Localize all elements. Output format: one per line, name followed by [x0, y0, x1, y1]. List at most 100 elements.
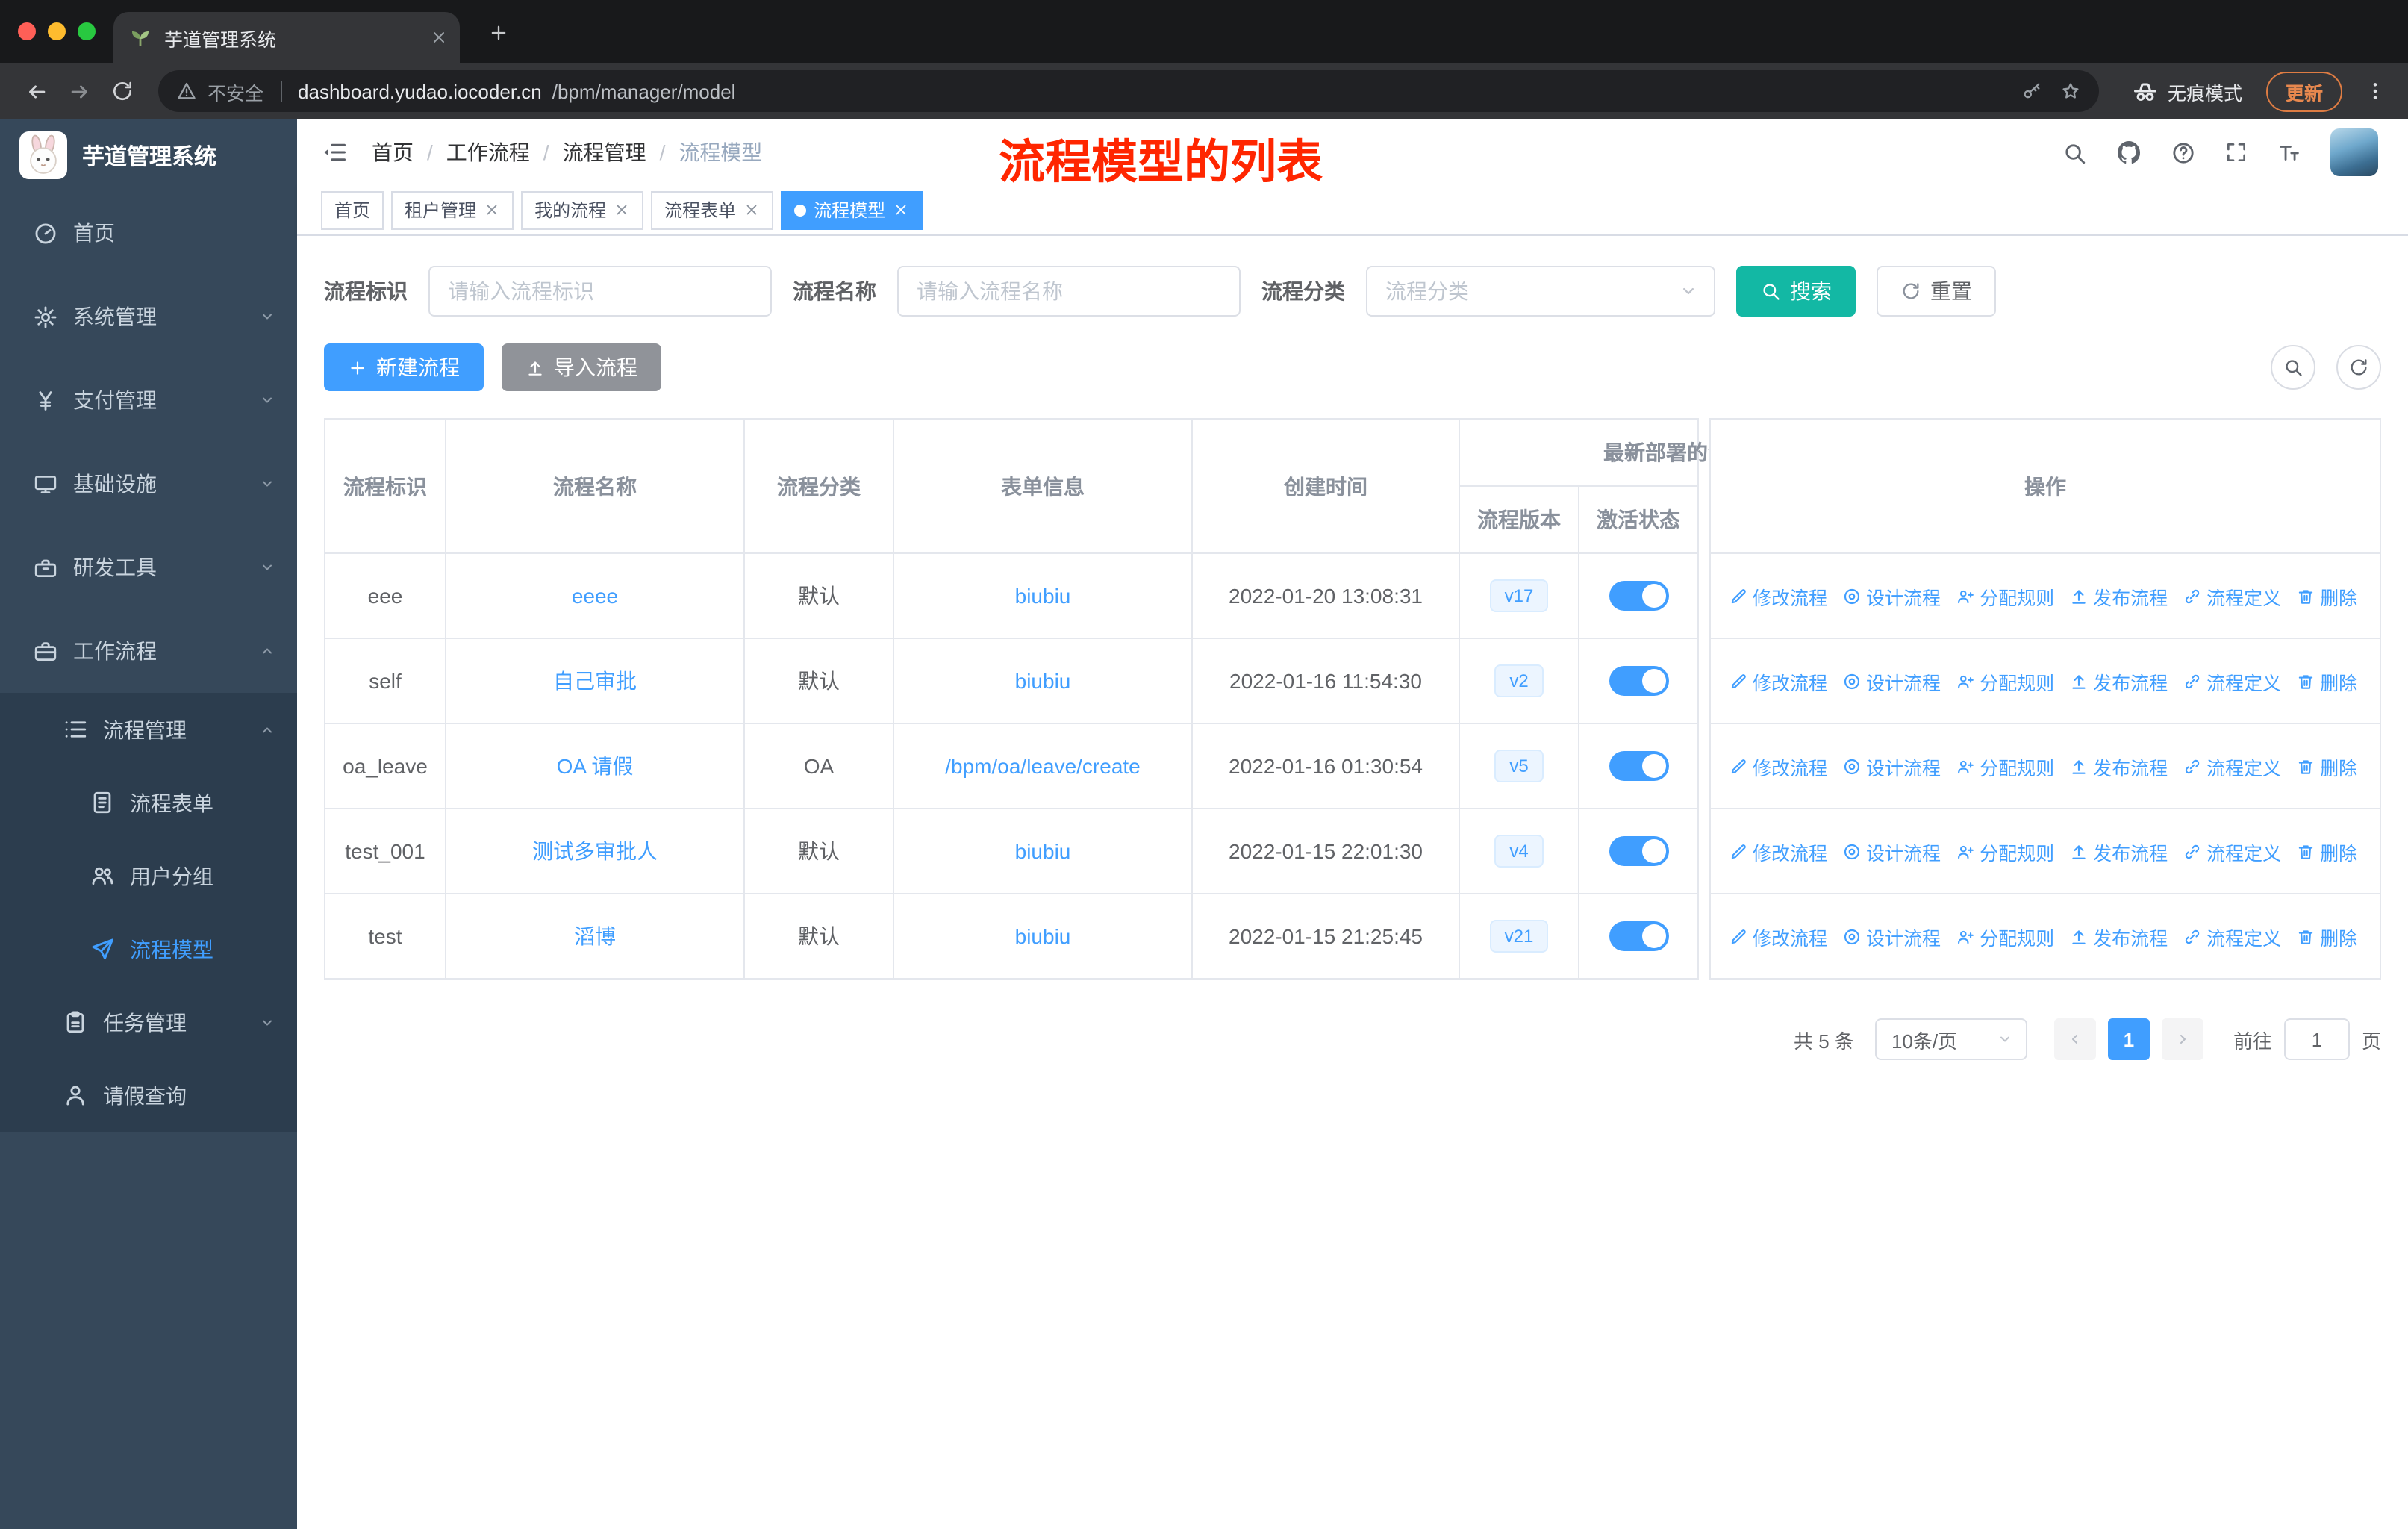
form-info-link[interactable]: /bpm/oa/leave/create [945, 754, 1141, 778]
bookmark-star-icon[interactable] [2060, 81, 2081, 102]
sidebar-item-dev-tools[interactable]: 研发工具 [0, 526, 297, 609]
status-toggle[interactable] [1609, 836, 1668, 866]
sidebar-item-workflow[interactable]: 工作流程 [0, 609, 297, 693]
form-info-link[interactable]: biubiu [1015, 924, 1071, 948]
close-icon[interactable] [484, 202, 500, 218]
action-design-link[interactable]: 设计流程 [1842, 667, 1941, 695]
url-bar[interactable]: 不安全 dashboard.yudao.iocoder.cn /bpm/mana… [158, 70, 2099, 112]
sidebar-item-process-form[interactable]: 流程表单 [0, 766, 297, 839]
action-publish-link[interactable]: 发布流程 [2069, 752, 2168, 780]
reset-button[interactable]: 重置 [1877, 266, 1996, 317]
status-toggle[interactable] [1609, 921, 1668, 951]
back-button[interactable] [21, 75, 52, 107]
app-logo[interactable]: 芋道管理系统 [0, 119, 297, 191]
import-process-button[interactable]: 导入流程 [502, 343, 661, 391]
sidebar-item-process-model[interactable]: 流程模型 [0, 912, 297, 985]
action-assign-rule-link[interactable]: 分配规则 [1956, 752, 2054, 780]
new-tab-button[interactable] [478, 12, 518, 52]
reload-button[interactable] [107, 76, 137, 106]
action-design-link[interactable]: 设计流程 [1842, 922, 1941, 950]
browser-tab[interactable]: 芋道管理系统 [113, 12, 460, 63]
action-modify-link[interactable]: 修改流程 [1729, 667, 1827, 695]
sidebar-item-system-management[interactable]: 系统管理 [0, 275, 297, 358]
tab-tag-process-model[interactable]: 流程模型 [781, 190, 923, 229]
form-info-link[interactable]: biubiu [1015, 669, 1071, 693]
sidebar-item-user-group[interactable]: 用户分组 [0, 839, 297, 912]
close-icon[interactable] [743, 202, 760, 218]
action-definition-link[interactable]: 流程定义 [2183, 582, 2281, 610]
tab-tag-tenant-management[interactable]: 租户管理 [391, 190, 514, 229]
sidebar-item-home[interactable]: 首页 [0, 191, 297, 275]
action-design-link[interactable]: 设计流程 [1842, 582, 1941, 610]
action-design-link[interactable]: 设计流程 [1842, 837, 1941, 865]
action-assign-rule-link[interactable]: 分配规则 [1956, 837, 2054, 865]
breadcrumb-item[interactable]: 流程管理 [563, 137, 646, 167]
security-label[interactable]: 不安全 [208, 77, 263, 105]
action-assign-rule-link[interactable]: 分配规则 [1956, 667, 2054, 695]
process-name-link[interactable]: 滔博 [574, 921, 616, 951]
action-delete-link[interactable]: 删除 [2296, 667, 2357, 695]
window-zoom-button[interactable] [78, 22, 96, 40]
action-publish-link[interactable]: 发布流程 [2069, 667, 2168, 695]
status-toggle[interactable] [1609, 666, 1668, 696]
key-icon[interactable] [2021, 81, 2042, 102]
sidebar-item-task-management[interactable]: 任务管理 [0, 985, 297, 1059]
action-modify-link[interactable]: 修改流程 [1729, 837, 1827, 865]
user-avatar[interactable] [2330, 128, 2378, 176]
current-page-button[interactable]: 1 [2107, 1018, 2150, 1060]
refresh-table-button[interactable] [2336, 345, 2381, 390]
process-name-input[interactable] [897, 266, 1241, 317]
action-publish-link[interactable]: 发布流程 [2069, 837, 2168, 865]
forward-button[interactable] [64, 75, 96, 107]
close-icon[interactable] [893, 202, 909, 218]
window-minimize-button[interactable] [48, 22, 66, 40]
tab-tag-my-process[interactable]: 我的流程 [521, 190, 644, 229]
action-publish-link[interactable]: 发布流程 [2069, 922, 2168, 950]
sidebar-item-process-management[interactable]: 流程管理 [0, 693, 297, 766]
status-toggle[interactable] [1609, 751, 1668, 781]
action-definition-link[interactable]: 流程定义 [2183, 922, 2281, 950]
action-definition-link[interactable]: 流程定义 [2183, 667, 2281, 695]
toggle-search-button[interactable] [2271, 345, 2315, 390]
search-button[interactable]: 搜索 [1736, 266, 1856, 317]
help-question-icon[interactable] [2171, 140, 2196, 165]
github-icon[interactable] [2115, 139, 2142, 166]
status-toggle[interactable] [1609, 581, 1668, 611]
action-definition-link[interactable]: 流程定义 [2183, 837, 2281, 865]
action-design-link[interactable]: 设计流程 [1842, 752, 1941, 780]
action-delete-link[interactable]: 删除 [2296, 582, 2357, 610]
action-assign-rule-link[interactable]: 分配规则 [1956, 582, 2054, 610]
browser-menu-icon[interactable] [2363, 79, 2387, 103]
prev-page-button[interactable] [2053, 1018, 2096, 1060]
action-modify-link[interactable]: 修改流程 [1729, 582, 1827, 610]
action-modify-link[interactable]: 修改流程 [1729, 752, 1827, 780]
font-size-icon[interactable] [2277, 140, 2302, 165]
sidebar-item-leave-query[interactable]: 请假查询 [0, 1059, 297, 1132]
form-info-link[interactable]: biubiu [1015, 839, 1071, 863]
process-name-link[interactable]: 测试多审批人 [532, 836, 658, 866]
action-definition-link[interactable]: 流程定义 [2183, 752, 2281, 780]
page-size-select[interactable]: 10条/页 [1874, 1018, 2027, 1060]
process-name-link[interactable]: OA 请假 [557, 751, 634, 781]
action-delete-link[interactable]: 删除 [2296, 922, 2357, 950]
tab-tag-home[interactable]: 首页 [321, 190, 384, 229]
action-modify-link[interactable]: 修改流程 [1729, 922, 1827, 950]
breadcrumb-item[interactable]: 工作流程 [446, 137, 530, 167]
action-delete-link[interactable]: 删除 [2296, 837, 2357, 865]
browser-update-button[interactable]: 更新 [2265, 71, 2342, 111]
window-close-button[interactable] [18, 22, 36, 40]
tab-tag-process-form[interactable]: 流程表单 [651, 190, 774, 229]
action-publish-link[interactable]: 发布流程 [2069, 582, 2168, 610]
form-info-link[interactable]: biubiu [1015, 584, 1071, 608]
create-process-button[interactable]: 新建流程 [324, 343, 484, 391]
sidebar-item-infrastructure[interactable]: 基础设施 [0, 442, 297, 526]
close-icon[interactable] [614, 202, 630, 218]
sidebar-item-payment-management[interactable]: 支付管理 [0, 358, 297, 442]
breadcrumb-item[interactable]: 首页 [372, 137, 414, 167]
goto-page-input[interactable] [2283, 1018, 2350, 1060]
sidebar-toggle-hamburger-icon[interactable] [321, 139, 348, 166]
action-assign-rule-link[interactable]: 分配规则 [1956, 922, 2054, 950]
tab-close-icon[interactable] [430, 28, 448, 46]
category-select[interactable]: 流程分类 [1366, 266, 1715, 317]
fullscreen-icon[interactable] [2224, 140, 2248, 164]
